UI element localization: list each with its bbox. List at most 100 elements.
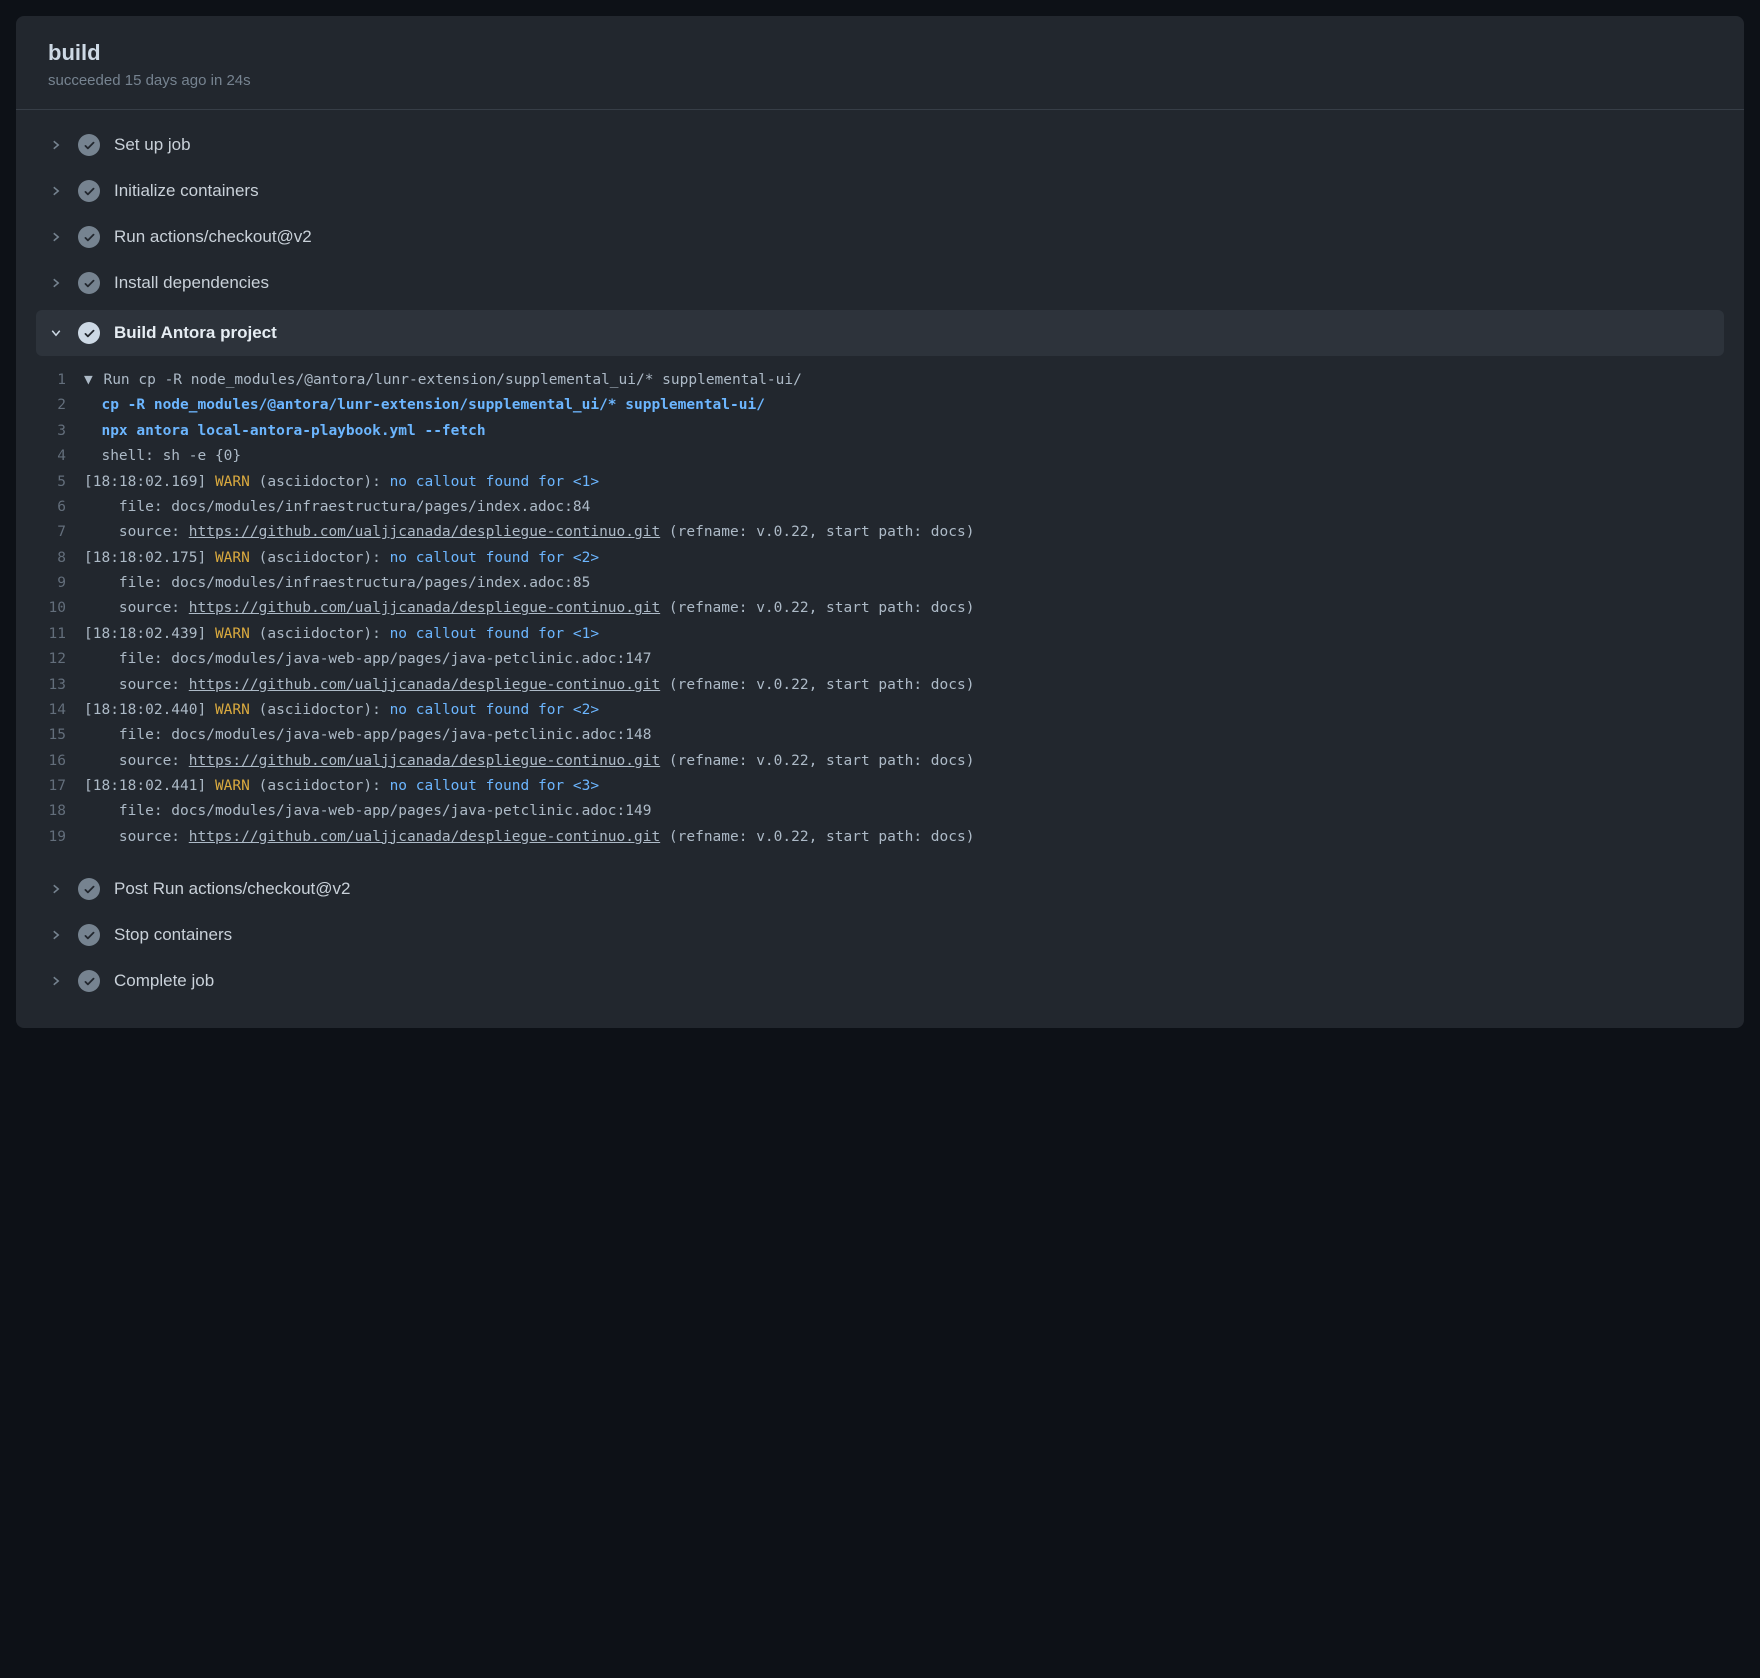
chevron-right-icon xyxy=(48,881,64,897)
line-number: 2 xyxy=(36,393,84,418)
check-circle-icon xyxy=(78,970,100,992)
log-message: no callout found for <2> xyxy=(390,702,600,718)
log-line[interactable]: 5 [18:18:02.169] WARN (asciidoctor): no … xyxy=(36,470,1724,495)
step-initialize-containers[interactable]: Initialize containers xyxy=(16,168,1744,214)
step-set-up-job[interactable]: Set up job xyxy=(16,122,1744,168)
log-source: (asciidoctor): xyxy=(259,550,381,566)
log-source: (asciidoctor): xyxy=(259,778,381,794)
line-number: 19 xyxy=(36,825,84,850)
step-stop-containers[interactable]: Stop containers xyxy=(16,912,1744,958)
log-text: source: xyxy=(84,524,189,540)
log-line[interactable]: 18 file: docs/modules/java-web-app/pages… xyxy=(36,799,1724,824)
log-text: (refname: v.0.22, start path: docs) xyxy=(660,600,974,616)
log-url[interactable]: https://github.com/ualjjcanada/despliegu… xyxy=(189,829,660,845)
log-message: no callout found for <1> xyxy=(390,474,600,490)
check-circle-icon xyxy=(78,180,100,202)
job-header: build succeeded 15 days ago in 24s xyxy=(16,16,1744,110)
log-line[interactable]: 14 [18:18:02.440] WARN (asciidoctor): no… xyxy=(36,698,1724,723)
check-circle-icon xyxy=(78,924,100,946)
log-line[interactable]: 16 source: https://github.com/ualjjcanad… xyxy=(36,749,1724,774)
log-level: WARN xyxy=(215,550,250,566)
log-text: file: docs/modules/java-web-app/pages/ja… xyxy=(84,727,651,743)
step-label: Install dependencies xyxy=(114,273,269,293)
line-number: 7 xyxy=(36,520,84,545)
log-text: Run xyxy=(103,372,138,388)
log-level: WARN xyxy=(215,702,250,718)
log-url[interactable]: https://github.com/ualjjcanada/despliegu… xyxy=(189,753,660,769)
log-timestamp: [18:18:02.441] xyxy=(84,778,206,794)
log-line[interactable]: 1 ▼ Run cp -R node_modules/@antora/lunr-… xyxy=(36,368,1724,393)
log-line[interactable]: 15 file: docs/modules/java-web-app/pages… xyxy=(36,723,1724,748)
log-line[interactable]: 9 file: docs/modules/infraestructura/pag… xyxy=(36,571,1724,596)
step-build-antora[interactable]: Build Antora project xyxy=(36,310,1724,356)
log-url[interactable]: https://github.com/ualjjcanada/despliegu… xyxy=(189,600,660,616)
chevron-down-icon xyxy=(48,325,64,341)
log-text: file: docs/modules/java-web-app/pages/ja… xyxy=(84,651,651,667)
chevron-right-icon xyxy=(48,229,64,245)
chevron-right-icon xyxy=(48,927,64,943)
log-text: file: docs/modules/infraestructura/pages… xyxy=(84,499,590,515)
check-circle-icon xyxy=(78,322,100,344)
step-label: Stop containers xyxy=(114,925,232,945)
log-text: source: xyxy=(84,753,189,769)
line-number: 4 xyxy=(36,444,84,469)
step-post-checkout[interactable]: Post Run actions/checkout@v2 xyxy=(16,866,1744,912)
log-text: source: xyxy=(84,677,189,693)
log-timestamp: [18:18:02.440] xyxy=(84,702,206,718)
line-number: 1 xyxy=(36,368,84,393)
line-number: 5 xyxy=(36,470,84,495)
step-label: Post Run actions/checkout@v2 xyxy=(114,879,351,899)
log-line[interactable]: 17 [18:18:02.441] WARN (asciidoctor): no… xyxy=(36,774,1724,799)
log-timestamp: [18:18:02.439] xyxy=(84,626,206,642)
log-text: (refname: v.0.22, start path: docs) xyxy=(660,677,974,693)
log-line[interactable]: 13 source: https://github.com/ualjjcanad… xyxy=(36,673,1724,698)
log-source: (asciidoctor): xyxy=(259,702,381,718)
step-run-checkout[interactable]: Run actions/checkout@v2 xyxy=(16,214,1744,260)
step-list: Set up job Initialize containers Run act… xyxy=(16,110,1744,1028)
log-text: (refname: v.0.22, start path: docs) xyxy=(660,753,974,769)
line-number: 13 xyxy=(36,673,84,698)
log-source: (asciidoctor): xyxy=(259,626,381,642)
log-text: (refname: v.0.22, start path: docs) xyxy=(660,829,974,845)
line-number: 18 xyxy=(36,799,84,824)
step-label: Build Antora project xyxy=(114,323,277,343)
caret-down-icon[interactable]: ▼ xyxy=(84,368,101,393)
log-level: WARN xyxy=(215,474,250,490)
line-number: 10 xyxy=(36,596,84,621)
line-number: 3 xyxy=(36,419,84,444)
log-line[interactable]: 11 [18:18:02.439] WARN (asciidoctor): no… xyxy=(36,622,1724,647)
log-line[interactable]: 4 shell: sh -e {0} xyxy=(36,444,1724,469)
log-url[interactable]: https://github.com/ualjjcanada/despliegu… xyxy=(189,524,660,540)
check-circle-icon xyxy=(78,226,100,248)
line-number: 8 xyxy=(36,546,84,571)
log-text: source: xyxy=(84,829,189,845)
chevron-right-icon xyxy=(48,973,64,989)
step-complete-job[interactable]: Complete job xyxy=(16,958,1744,1004)
log-line[interactable]: 6 file: docs/modules/infraestructura/pag… xyxy=(36,495,1724,520)
step-label: Complete job xyxy=(114,971,214,991)
line-number: 9 xyxy=(36,571,84,596)
line-number: 12 xyxy=(36,647,84,672)
log-timestamp: [18:18:02.175] xyxy=(84,550,206,566)
line-number: 14 xyxy=(36,698,84,723)
log-message: no callout found for <2> xyxy=(390,550,600,566)
check-circle-icon xyxy=(78,134,100,156)
log-level: WARN xyxy=(215,626,250,642)
log-text: source: xyxy=(84,600,189,616)
log-url[interactable]: https://github.com/ualjjcanada/despliegu… xyxy=(189,677,660,693)
log-line[interactable]: 8 [18:18:02.175] WARN (asciidoctor): no … xyxy=(36,546,1724,571)
step-label: Initialize containers xyxy=(114,181,259,201)
log-line[interactable]: 19 source: https://github.com/ualjjcanad… xyxy=(36,825,1724,850)
log-line[interactable]: 7 source: https://github.com/ualjjcanada… xyxy=(36,520,1724,545)
line-number: 17 xyxy=(36,774,84,799)
log-text: cp -R node_modules/@antora/lunr-extensio… xyxy=(101,397,764,413)
job-title: build xyxy=(48,40,1712,66)
log-line[interactable]: 2 cp -R node_modules/@antora/lunr-extens… xyxy=(36,393,1724,418)
log-message: no callout found for <1> xyxy=(390,626,600,642)
log-line[interactable]: 12 file: docs/modules/java-web-app/pages… xyxy=(36,647,1724,672)
log-text: file: docs/modules/java-web-app/pages/ja… xyxy=(84,803,651,819)
log-line[interactable]: 3 npx antora local-antora-playbook.yml -… xyxy=(36,419,1724,444)
log-text: npx antora local-antora-playbook.yml --f… xyxy=(101,423,485,439)
step-install-dependencies[interactable]: Install dependencies xyxy=(16,260,1744,306)
log-line[interactable]: 10 source: https://github.com/ualjjcanad… xyxy=(36,596,1724,621)
